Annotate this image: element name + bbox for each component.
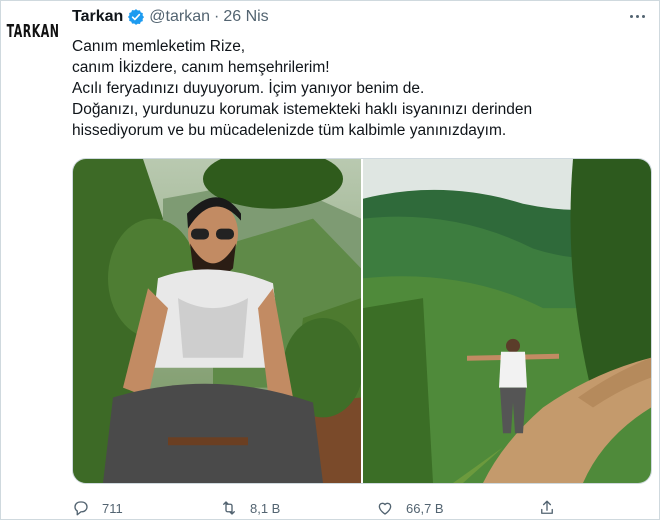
tweet-actions: 711 8,1 B 66,7 B xyxy=(72,496,592,520)
author-name[interactable]: Tarkan xyxy=(72,8,123,26)
share-icon xyxy=(541,500,553,514)
tweet-line: canım İkizdere, canım hemşehrilerim! xyxy=(72,59,330,76)
tweet-date[interactable]: 26 Nis xyxy=(223,8,268,26)
tweet-header: Tarkan @tarkan · 26 Nis xyxy=(72,6,269,28)
separator-dot: · xyxy=(214,8,220,25)
photo-man-on-trail[interactable] xyxy=(363,159,651,483)
verified-badge-icon xyxy=(127,8,145,26)
share-button[interactable] xyxy=(538,499,568,517)
tweet-line: Doğanızı, yurdunuzu korumak istemekteki … xyxy=(72,101,533,118)
tweet-line: hissediyorum ve bu mücadelenizde tüm kal… xyxy=(72,122,507,139)
retweet-count: 8,1 B xyxy=(250,500,281,516)
more-options-icon[interactable] xyxy=(626,8,648,24)
heart-icon xyxy=(378,502,392,515)
like-count: 66,7 B xyxy=(406,500,444,516)
author-handle[interactable]: @tarkan xyxy=(149,8,210,26)
like-button[interactable]: 66,7 B xyxy=(376,499,444,517)
tweet-line: Canım memleketim Rize, xyxy=(72,38,246,55)
photo-seated-man[interactable] xyxy=(73,159,361,483)
tweet-text: Canım memleketim Rize, canım İkizdere, c… xyxy=(72,36,642,141)
avatar-logo: TARKAN xyxy=(6,20,60,42)
reply-button[interactable]: 711 xyxy=(72,499,123,517)
tweet-media xyxy=(72,158,652,484)
avatar[interactable]: TARKAN xyxy=(6,6,60,56)
reply-icon xyxy=(74,501,88,516)
tweet-line: Acılı feryadınızı duyuyorum. İçim yanıyo… xyxy=(72,80,425,97)
reply-count: 711 xyxy=(102,500,123,516)
retweet-icon xyxy=(223,501,235,515)
retweet-button[interactable]: 8,1 B xyxy=(220,499,280,517)
